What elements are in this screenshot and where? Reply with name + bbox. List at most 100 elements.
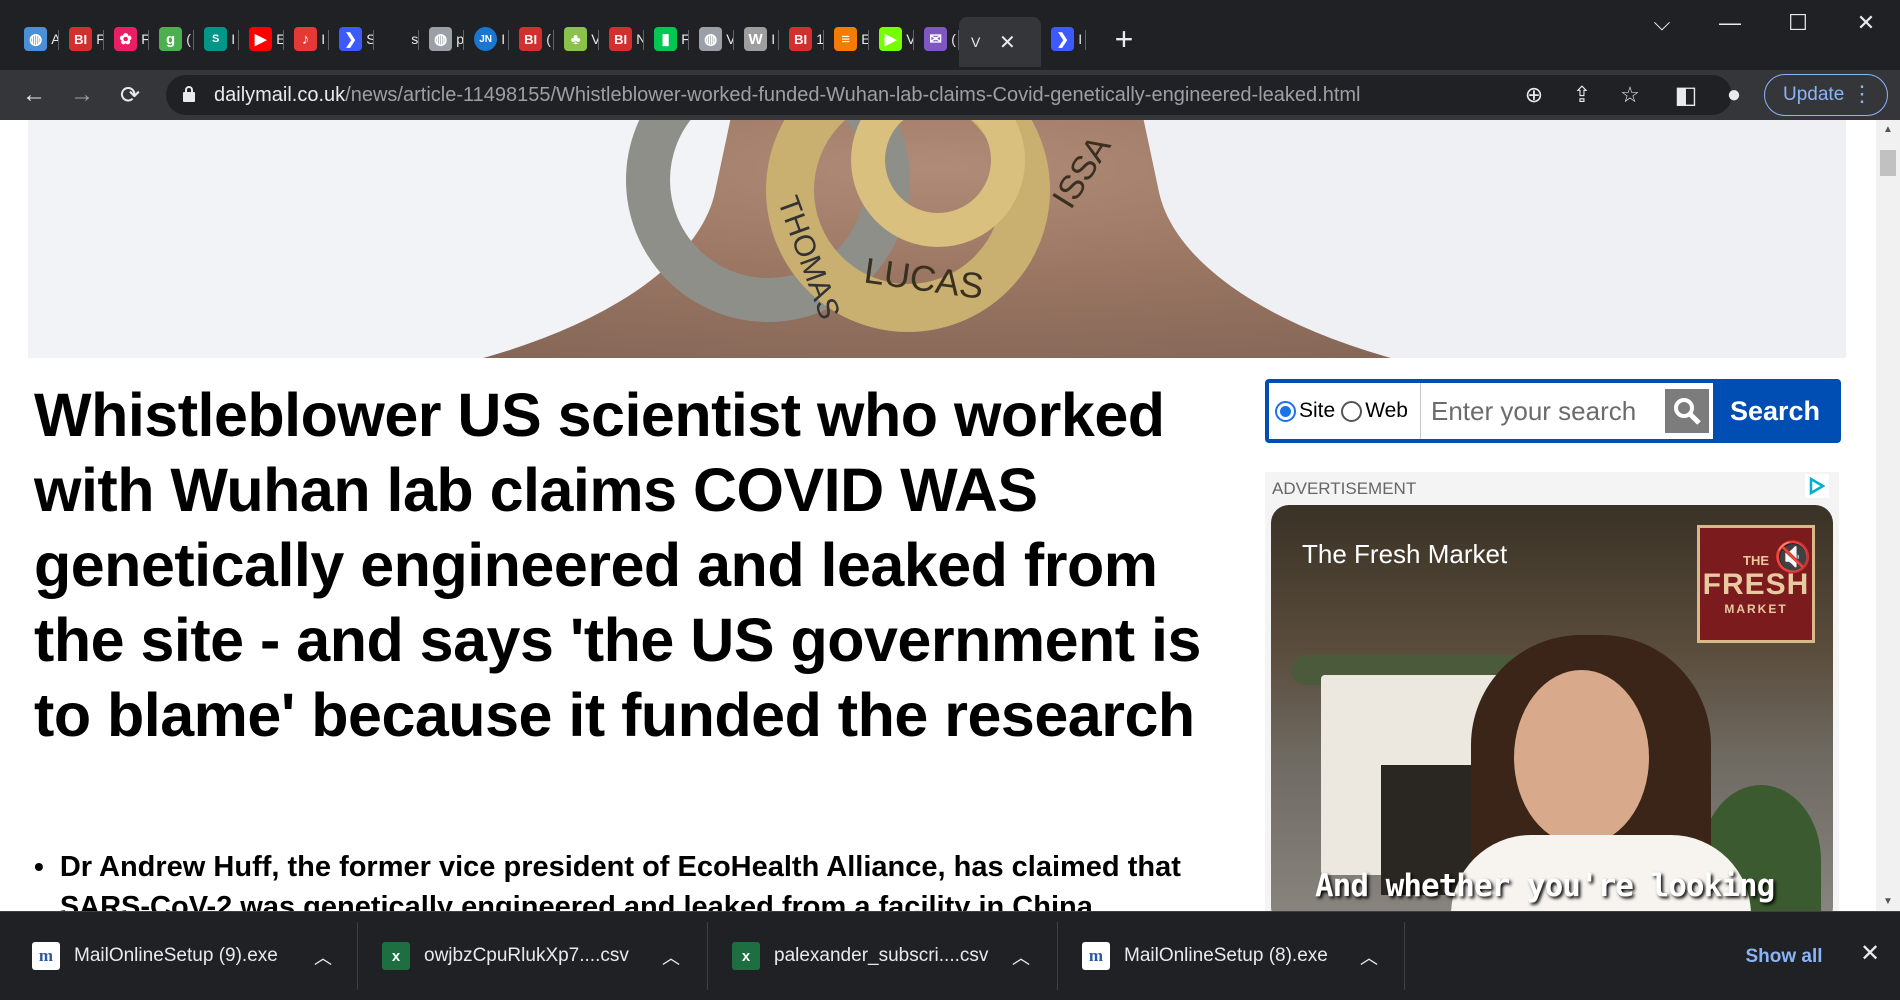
scroll-up-icon[interactable]: ▲ (1883, 124, 1893, 135)
download-item[interactable]: m MailOnlineSetup (9).exe ︿ (32, 912, 332, 1000)
radio-checked-icon (1275, 400, 1296, 422)
profile-icon[interactable]: ● (1716, 77, 1752, 113)
tab-title: V (591, 31, 599, 47)
browser-tab[interactable]: ♣ V (554, 16, 599, 62)
browser-tab[interactable]: ❯ S (329, 16, 374, 62)
page-viewport: THOMAS LUCAS ISSA Whistleblower US scien… (0, 120, 1876, 911)
show-all-downloads-button[interactable]: Show all (1728, 939, 1840, 975)
search-button[interactable]: Search (1713, 383, 1837, 439)
hero-image: THOMAS LUCAS ISSA (28, 120, 1846, 358)
maximize-icon[interactable]: ☐ (1764, 10, 1832, 36)
side-panel-icon[interactable]: ◧ (1668, 77, 1704, 113)
tab-search-icon[interactable]: ⌵ (1628, 10, 1696, 36)
browser-tab[interactable]: ✉( (914, 16, 959, 62)
browser-tab[interactable]: BI 1 (779, 16, 824, 62)
tab-title: I (321, 31, 326, 47)
browser-tab[interactable]: g( (149, 16, 194, 62)
pinwheel-icon: ✿ (114, 27, 138, 51)
adchoices-icon[interactable] (1805, 474, 1829, 498)
browser-tab[interactable]: SI (194, 16, 239, 62)
mute-icon[interactable]: 🔇 (1774, 540, 1811, 575)
chevron-up-icon[interactable]: ︿ (1012, 944, 1030, 970)
browser-tab[interactable]: BI N (599, 16, 644, 62)
tab-title: S (366, 31, 374, 47)
download-item[interactable]: x palexander_subscri....csv ︿ (732, 912, 1030, 1000)
page-scrollbar[interactable]: ▲ ▼ (1876, 120, 1900, 911)
browser-tab[interactable]: ❯ I (1041, 16, 1086, 62)
browser-tab[interactable]: ▮ F (644, 16, 689, 62)
browser-tab[interactable]: ▶ E (239, 16, 284, 62)
bookmark-logo-icon: ▮ (654, 27, 678, 51)
tab-title: p (456, 31, 464, 47)
browser-tab[interactable]: ◍ A (14, 16, 59, 62)
tab-title: N (636, 31, 644, 47)
close-download-shelf-icon[interactable]: ✕ (1860, 939, 1880, 968)
tab-title: s (411, 31, 419, 47)
browser-toolbar: ← → ⟳ dailymail.co.uk/news/article-11498… (0, 70, 1900, 120)
minimize-icon[interactable]: — (1696, 10, 1764, 36)
g-logo-icon: g (159, 27, 183, 51)
chevron-up-icon[interactable]: ︿ (314, 944, 332, 970)
person-face (1514, 670, 1649, 845)
jn-logo-icon: JN (474, 27, 498, 51)
download-item[interactable]: m MailOnlineSetup (8).exe ︿ (1082, 912, 1378, 1000)
scroll-down-icon[interactable]: ▼ (1883, 896, 1893, 907)
radio-site[interactable]: Site (1275, 399, 1335, 423)
share-icon[interactable]: ⇪ (1564, 77, 1600, 113)
wm-logo-icon: W (744, 27, 768, 51)
address-bar[interactable]: dailymail.co.uk/news/article-11498155/Wh… (166, 75, 1732, 115)
arrow-logo-icon: ❯ (1051, 27, 1075, 51)
globe-icon: ◍ (699, 27, 723, 51)
tab-title: E (861, 31, 869, 47)
tab-list: ◍ A BI F ✿ Fg(S I ▶ E ♪ I ❯ Ss ◍ p JN I BI(♣ V BI N ▮ F ◍ V W I BI 1… (14, 16, 1144, 67)
window-close-icon[interactable]: ✕ (1832, 10, 1900, 36)
forward-icon[interactable]: → (64, 77, 100, 113)
download-item[interactable]: x owjbzCpuRlukXp7....csv ︿ (382, 912, 680, 1000)
mailonline-file-icon: m (32, 942, 60, 970)
globe-icon: ◍ (429, 27, 453, 51)
tab-title: ( (186, 31, 191, 47)
tab-title: F (681, 31, 689, 47)
browser-tab[interactable]: WI (734, 16, 779, 62)
back-icon[interactable]: ← (16, 77, 52, 113)
tab-title: A (51, 31, 59, 47)
scrollbar-thumb[interactable] (1880, 150, 1896, 176)
tab-title: I (1078, 31, 1083, 47)
tab-title: I (771, 31, 776, 47)
browser-tab[interactable]: ▶ V (869, 16, 914, 62)
bi-logo-icon: BI (609, 27, 633, 51)
chevron-up-icon[interactable]: ︿ (662, 944, 680, 970)
browser-tab[interactable]: s (374, 16, 419, 62)
close-tab-icon[interactable]: ✕ (999, 30, 1016, 55)
reload-icon[interactable]: ⟳ (112, 77, 148, 113)
chevron-up-icon[interactable]: ︿ (1360, 944, 1378, 970)
article-headline: Whistleblower US scientist who worked wi… (34, 381, 1201, 749)
update-button[interactable]: Update ⋮ (1764, 74, 1888, 116)
browser-tab[interactable]: ◍ V (689, 16, 734, 62)
radio-web[interactable]: Web (1341, 399, 1408, 423)
browser-tab[interactable]: ◍ p (419, 16, 464, 62)
browser-tab[interactable]: ✿ F (104, 16, 149, 62)
tab-title: V (906, 31, 914, 47)
browser-tab[interactable]: BI( (509, 16, 554, 62)
bullet-text: Dr Andrew Huff, the former vice presiden… (59, 851, 1181, 911)
zoom-icon[interactable]: ⊕ (1516, 77, 1552, 113)
browser-tab[interactable]: ♪ I (284, 16, 329, 62)
bi-logo-icon: BI (69, 27, 93, 51)
browser-tab[interactable]: BI F (59, 16, 104, 62)
browser-tab[interactable]: V ✕ (959, 17, 1041, 67)
excel-file-icon: x (382, 942, 410, 970)
bookmark-star-icon[interactable]: ☆ (1612, 77, 1648, 113)
tab-title: F (96, 31, 104, 47)
more-menu-icon[interactable]: ⋮ (1851, 81, 1873, 107)
browser-tab[interactable]: ≡ E (824, 16, 869, 62)
article-summary-bullet: • Dr Andrew Huff, the former vice presid… (34, 847, 1224, 911)
new-tab-icon[interactable]: + (1104, 19, 1144, 59)
mailonline-file-icon: m (1082, 942, 1110, 970)
magnifier-icon[interactable] (1665, 389, 1709, 433)
tab-title: ( (951, 31, 956, 47)
ad-video[interactable]: The Fresh Market THE FRESH MARKET 🔇 And … (1271, 505, 1833, 911)
search-input[interactable] (1420, 383, 1665, 439)
arrow-logo-icon: ❯ (339, 27, 363, 51)
browser-tab[interactable]: JN I (464, 16, 509, 62)
